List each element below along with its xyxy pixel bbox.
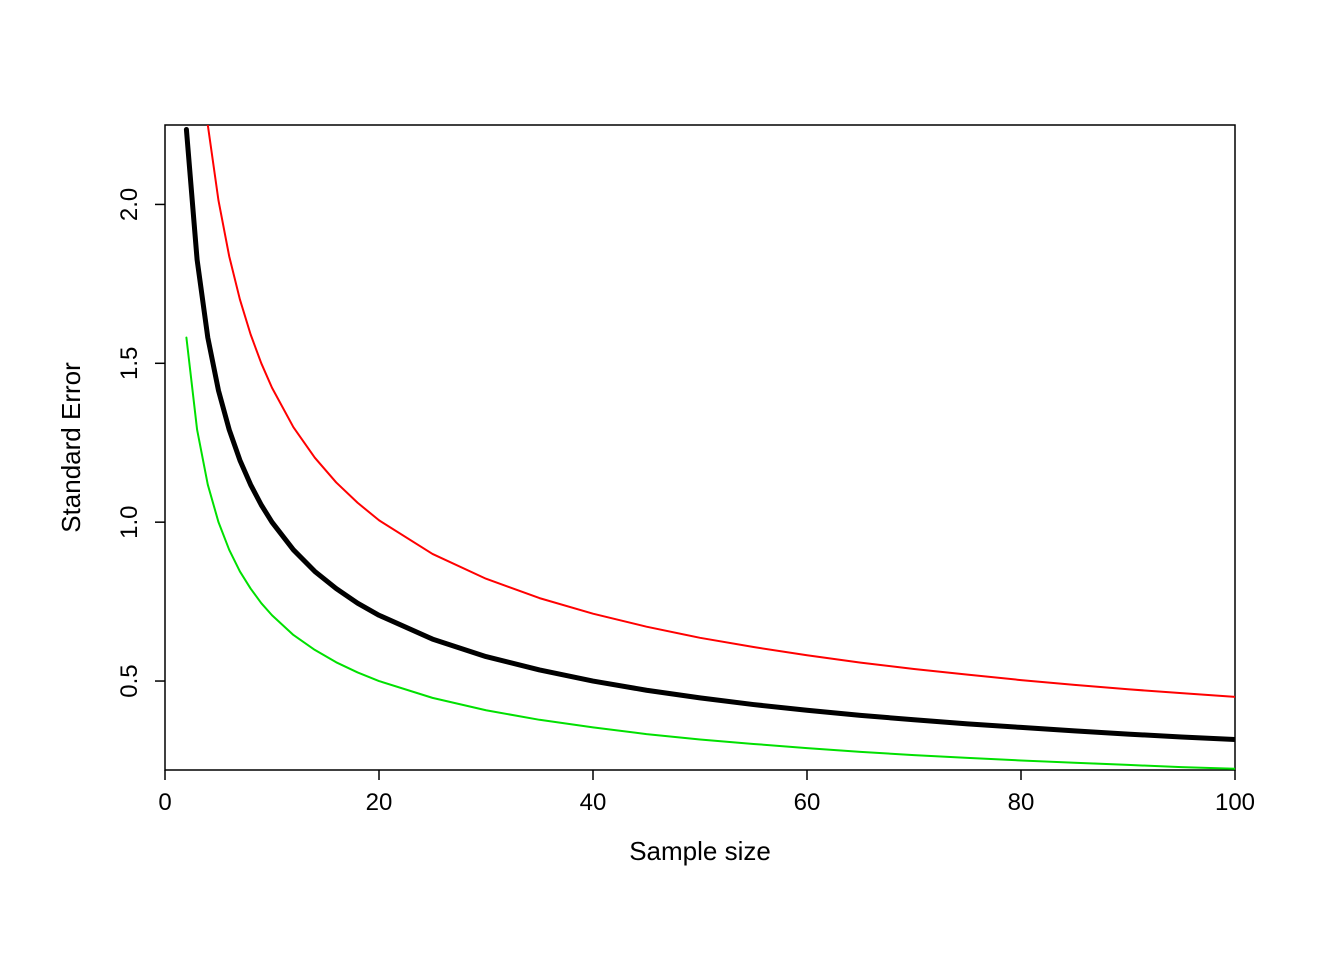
y-tick-label: 2.0 (116, 188, 143, 221)
series-group (186, 0, 1235, 769)
x-tick-label: 80 (1008, 789, 1035, 816)
y-tick-label: 1.0 (116, 505, 143, 538)
x-axis-label: Sample size (629, 836, 771, 866)
chart-svg: 0 20 40 60 80 100 0.5 1.0 1.5 2.0 Sample size Stand… (0, 0, 1344, 960)
y-tick-label: 1.5 (116, 347, 143, 380)
series-line (186, 338, 1235, 769)
x-tick-label: 100 (1215, 789, 1255, 816)
series-line (186, 129, 1235, 739)
x-tick-label: 20 (366, 789, 393, 816)
x-tick-label: 40 (580, 789, 607, 816)
y-axis-label: Standard Error (56, 362, 86, 533)
y-tick-label: 0.5 (116, 664, 143, 697)
x-tick-label: 0 (158, 789, 171, 816)
plot-box (165, 125, 1235, 770)
chart-container: 0 20 40 60 80 100 0.5 1.0 1.5 2.0 Sample size Stand… (0, 0, 1344, 960)
x-tick-label: 60 (794, 789, 821, 816)
